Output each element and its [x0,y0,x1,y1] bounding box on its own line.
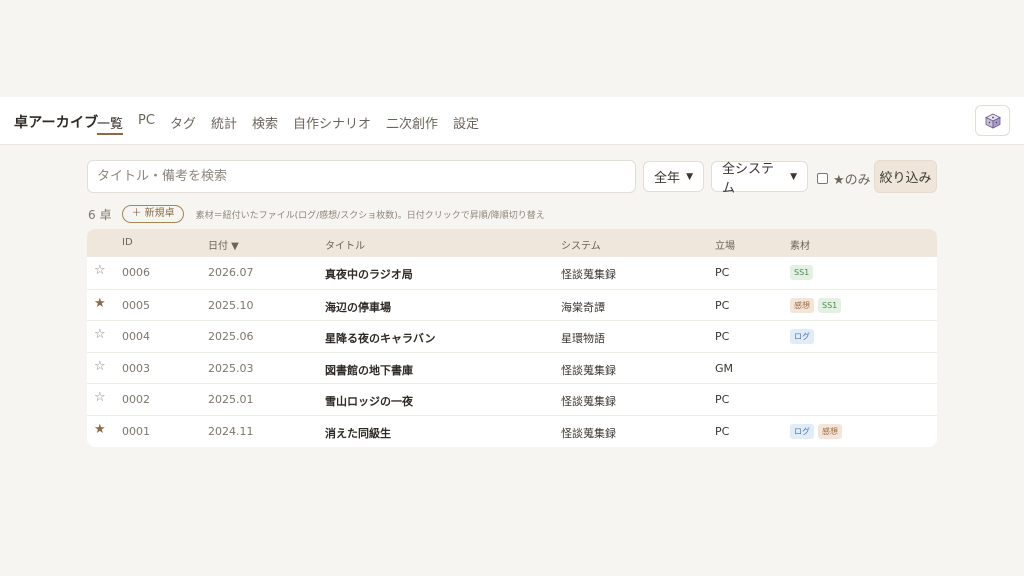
session-count: 6 卓 [88,207,112,222]
cell-date: 2026.07 [208,266,254,279]
system-select-value: 全システム [722,161,775,196]
nav-item-original-scenarios[interactable]: 自作シナリオ [293,97,371,135]
cell-id: 0001 [122,424,150,438]
dice-icon [984,113,1001,129]
main-nav: 一覧 PC タグ 統計 検索 自作シナリオ 二次創作 設定 [97,97,494,145]
header-title: タイトル [325,241,365,252]
header-date-sort[interactable]: 日付 ▼ [208,237,239,252]
cell-role: PC [715,298,730,312]
app-title: 卓アーカイブ [14,115,99,131]
cell-role: PC [715,266,730,279]
cell-system: 怪談蒐集録 [561,363,616,377]
cell-materials: ログ 感想 [790,423,846,439]
star-filled-icon[interactable]: ★ [94,422,106,437]
chevron-down-icon: ▼ [790,171,797,182]
system-select[interactable]: 全システム ▼ [711,161,808,196]
cell-materials: ログ [790,329,818,345]
cell-title[interactable]: 雪山ロッジの一夜 [325,393,413,409]
table-row[interactable]: ☆ 0003 2025.03 図書館の地下書庫 怪談蒐集録 GM [87,351,937,384]
cell-role: PC [715,424,730,438]
cell-materials: SS1 [790,265,817,280]
star-only-checkbox[interactable]: ★のみ [817,169,871,188]
top-bar: 卓アーカイブ 一覧 PC タグ 統計 検索 自作シナリオ 二次創作 設定 [0,97,1024,145]
cell-id: 0002 [122,393,150,407]
table-row[interactable]: ★ 0005 2025.10 海辺の停車場 海棠奇譚 PC 感想 SS1 [87,288,937,321]
nav-item-search[interactable]: 検索 [252,97,278,135]
star-outline-icon[interactable]: ☆ [94,327,106,342]
cell-system: 怪談蒐集録 [561,395,616,409]
table-row[interactable]: ★ 0001 2024.11 消えた同級生 怪談蒐集録 PC ログ 感想 [87,414,937,447]
header-materials: 素材 [790,241,810,252]
star-outline-icon[interactable]: ☆ [94,359,106,374]
tag-impression[interactable]: 感想 [790,297,814,313]
header-id: ID [122,237,133,248]
cell-id: 0004 [122,330,150,344]
search-input[interactable] [87,160,636,193]
search-bar: 全年 ▼ 全システム ▼ ★のみ 絞り込み [87,160,937,196]
tag-ss1[interactable]: SS1 [818,297,842,313]
cell-date: 2024.11 [208,424,254,438]
tag-log[interactable]: ログ [790,329,814,345]
summary-row: 6 卓 ＋ 新規卓 素材＝紐付いたファイル(ログ/感想/スクショ枚数)。日付クリ… [88,204,545,224]
filter-button[interactable]: 絞り込み [874,160,937,193]
cell-date: 2025.03 [208,361,254,375]
cell-title[interactable]: 真夜中のラジオ局 [325,266,413,282]
header-role: 立場 [715,241,735,252]
nav-item-settings[interactable]: 設定 [453,97,479,135]
cell-title[interactable]: 海辺の停車場 [325,299,391,315]
tag-log[interactable]: ログ [790,423,814,439]
cell-system: 怪談蒐集録 [561,426,616,440]
table-body: ☆ 0006 2026.07 真夜中のラジオ局 怪談蒐集録 PC SS1 ★ 0005 2025.… [87,257,937,447]
year-select-value: 全年 [654,171,681,186]
cell-date: 2025.01 [208,393,254,407]
materials-hint: 素材＝紐付いたファイル(ログ/感想/スクショ枚数)。日付クリックで昇順/降順切り… [195,210,545,221]
new-session-button[interactable]: ＋ 新規卓 [122,205,184,223]
checkbox-box[interactable] [817,173,828,184]
session-table: ID 日付 ▼ タイトル システム 立場 素材 ☆ 0006 2026.07 真夜中の… [87,229,937,447]
dice-button[interactable] [975,105,1010,136]
nav-item-stats[interactable]: 統計 [211,97,237,135]
cell-system: 星環物語 [561,332,605,346]
nav-item-list[interactable]: 一覧 [97,97,124,135]
star-filled-icon[interactable]: ★ [94,296,106,311]
cell-date: 2025.06 [208,330,254,344]
star-only-label: ★のみ [833,173,871,188]
cell-title[interactable]: 図書館の地下書庫 [325,362,413,378]
cell-role: PC [715,330,730,344]
table-header: ID 日付 ▼ タイトル システム 立場 素材 [87,229,937,257]
cell-system: 海棠奇譚 [561,300,605,314]
cell-title[interactable]: 星降る夜のキャラバン [325,330,435,346]
tag-impression[interactable]: 感想 [818,423,842,439]
nav-item-fan-works[interactable]: 二次創作 [386,97,438,135]
star-outline-icon[interactable]: ☆ [94,263,106,278]
table-row[interactable]: ☆ 0006 2026.07 真夜中のラジオ局 怪談蒐集録 PC SS1 [87,257,937,289]
nav-item-tags[interactable]: タグ [170,97,196,135]
nav-item-pc[interactable]: PC [138,97,155,135]
cell-role: PC [715,393,730,407]
header-system: システム [561,241,601,252]
year-select[interactable]: 全年 ▼ [643,161,704,192]
cell-system: 怪談蒐集録 [561,268,616,281]
cell-id: 0006 [122,266,150,279]
table-row[interactable]: ☆ 0002 2025.01 雪山ロッジの一夜 怪談蒐集録 PC [87,383,937,415]
cell-id: 0003 [122,361,150,375]
cell-id: 0005 [122,298,150,312]
cell-title[interactable]: 消えた同級生 [325,425,391,441]
tag-ss1[interactable]: SS1 [790,265,814,280]
table-row[interactable]: ☆ 0004 2025.06 星降る夜のキャラバン 星環物語 PC ログ [87,320,937,352]
star-outline-icon[interactable]: ☆ [94,390,106,405]
cell-materials: 感想 SS1 [790,297,845,313]
chevron-down-icon: ▼ [686,171,693,182]
cell-role: GM [715,361,734,375]
cell-date: 2025.10 [208,298,254,312]
